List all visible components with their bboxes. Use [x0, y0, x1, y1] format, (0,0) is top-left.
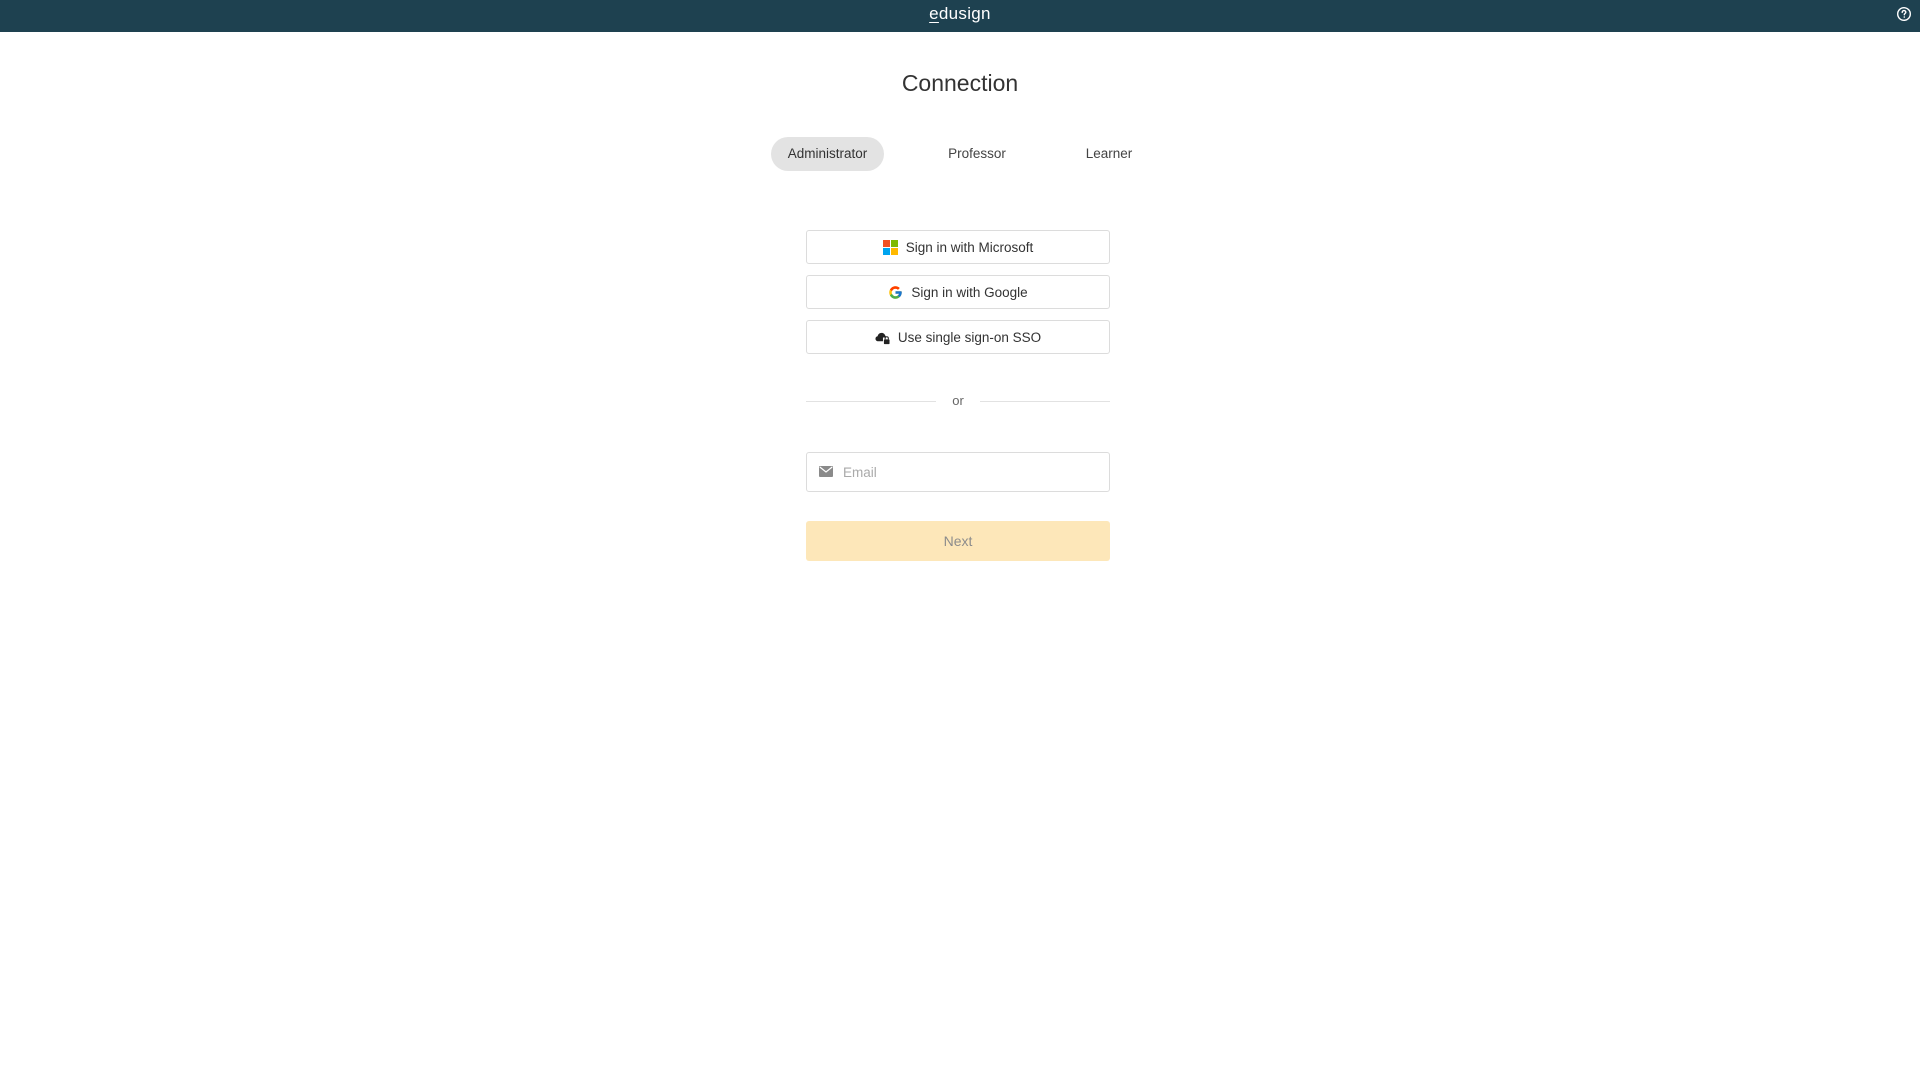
tab-learner[interactable]: Learner: [1070, 137, 1148, 171]
sign-in-google-label: Sign in with Google: [911, 284, 1028, 300]
page-title: Connection: [901, 70, 1019, 96]
role-tabs: Administrator Professor Learner: [0, 137, 1920, 171]
or-divider: or: [806, 392, 1110, 412]
tab-professor[interactable]: Professor: [928, 137, 1026, 171]
divider-line-right: [980, 401, 1110, 402]
envelope-icon: [819, 466, 833, 477]
email-input[interactable]: [843, 453, 1103, 491]
single-sign-on-button[interactable]: Use single sign-on SSO: [806, 320, 1110, 354]
cloud-lock-icon: [875, 332, 890, 344]
top-bar: edusign: [0, 0, 1920, 32]
logo-rest: dusign: [938, 4, 991, 23]
edusign-logo[interactable]: edusign: [0, 4, 1920, 24]
sign-in-microsoft-button[interactable]: Sign in with Microsoft: [806, 230, 1110, 264]
question-circle-icon[interactable]: [1896, 6, 1912, 22]
google-icon: [889, 285, 903, 299]
single-sign-on-label: Use single sign-on SSO: [897, 329, 1042, 345]
tab-administrator[interactable]: Administrator: [771, 137, 884, 171]
sign-in-microsoft-label: Sign in with Microsoft: [905, 239, 1034, 255]
sign-in-google-button[interactable]: Sign in with Google: [806, 275, 1110, 309]
next-button[interactable]: Next: [806, 521, 1110, 561]
email-field-wrapper: [806, 452, 1110, 492]
microsoft-icon: [882, 239, 898, 255]
logo-e: e: [929, 4, 939, 23]
